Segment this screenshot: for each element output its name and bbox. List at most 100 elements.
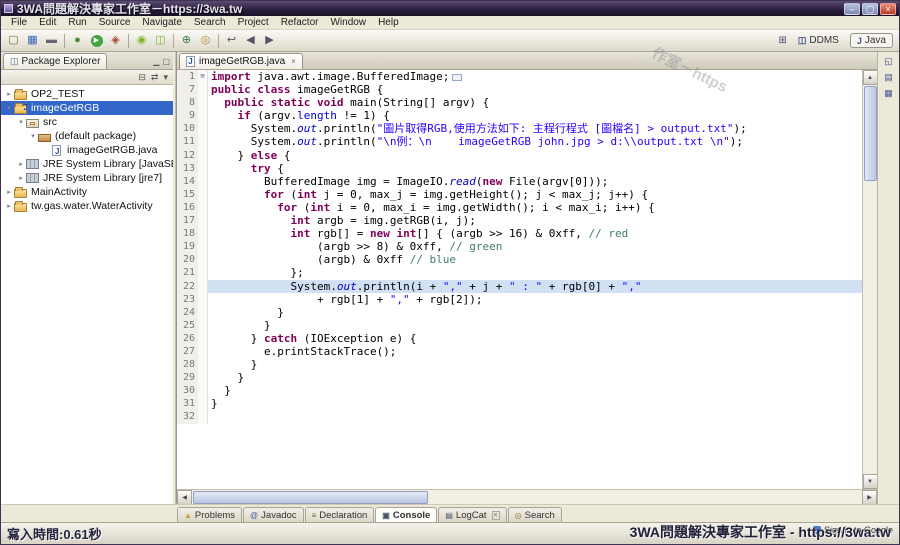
line-number[interactable]: 31 <box>177 397 198 410</box>
code-line[interactable]: 27 e.printStackTrace(); <box>177 345 862 358</box>
code-line[interactable]: 1⊞import java.awt.image.BufferedImage; <box>177 70 862 83</box>
code-line[interactable]: 23 + rgb[1] + "," + rgb[2]); <box>177 293 862 306</box>
line-number[interactable]: 21 <box>177 266 198 279</box>
maximize-view-icon[interactable]: ▢ <box>162 57 170 66</box>
code-line[interactable]: 30 } <box>177 384 862 397</box>
debug-icon[interactable]: ● <box>68 32 87 50</box>
scroll-right-icon[interactable]: ▶ <box>862 490 877 505</box>
tree-item[interactable]: imageGetRGB.java <box>1 143 173 157</box>
horizontal-scroll-thumb[interactable] <box>193 491 428 504</box>
code-line[interactable]: 32 <box>177 410 862 423</box>
code-line[interactable]: 9 if (argv.length != 1) { <box>177 109 862 122</box>
bottom-tab-logcat[interactable]: ▤LogCat× <box>438 507 506 522</box>
code-line[interactable]: 28 } <box>177 358 862 371</box>
line-number[interactable]: 11 <box>177 135 198 148</box>
tree-item[interactable]: ▾imageGetRGB <box>1 101 173 115</box>
menu-item-edit[interactable]: Edit <box>33 17 62 28</box>
line-number[interactable]: 15 <box>177 188 198 201</box>
android-sdk-manager-icon[interactable]: ◉ <box>132 32 151 50</box>
line-number[interactable]: 16 <box>177 201 198 214</box>
expander-icon[interactable]: ▸ <box>4 202 14 210</box>
line-number[interactable]: 32 <box>177 410 198 423</box>
line-number[interactable]: 14 <box>177 175 198 188</box>
menu-item-search[interactable]: Search <box>188 17 232 28</box>
line-number[interactable]: 19 <box>177 240 198 253</box>
package-explorer-tab[interactable]: ◫ Package Explorer <box>3 53 107 69</box>
line-number[interactable]: 26 <box>177 332 198 345</box>
line-number[interactable]: 18 <box>177 227 198 240</box>
link-with-editor-icon[interactable]: ⇄ <box>151 72 159 83</box>
expander-icon[interactable]: ▸ <box>16 174 26 182</box>
line-number[interactable]: 20 <box>177 253 198 266</box>
code-line[interactable]: 29 } <box>177 371 862 384</box>
tree-item[interactable]: ▸MainActivity <box>1 185 173 199</box>
menu-item-window[interactable]: Window <box>324 17 372 28</box>
code-line[interactable]: 15 for (int j = 0, max_j = img.getHeight… <box>177 188 862 201</box>
tree-item[interactable]: ▾src <box>1 115 173 129</box>
line-number[interactable]: 27 <box>177 345 198 358</box>
fold-collapsed-icon[interactable]: ⊞ <box>198 70 208 83</box>
line-number[interactable]: 22 <box>177 280 198 293</box>
tree-item[interactable]: ▸tw.gas.water.WaterActivity <box>1 199 173 213</box>
maximize-button[interactable]: ▢ <box>862 3 878 15</box>
close-icon[interactable]: × <box>492 511 500 520</box>
code-line[interactable]: 21 }; <box>177 266 862 279</box>
expander-icon[interactable]: ▸ <box>4 188 14 196</box>
code-line[interactable]: 14 BufferedImage img = ImageIO.read(new … <box>177 175 862 188</box>
menu-item-navigate[interactable]: Navigate <box>136 17 187 28</box>
code-line[interactable]: 16 for (int i = 0, max_i = img.getWidth(… <box>177 201 862 214</box>
line-number[interactable]: 30 <box>177 384 198 397</box>
expander-icon[interactable]: ▸ <box>16 160 26 168</box>
back-icon[interactable]: ◀ <box>241 32 260 50</box>
tab-close-icon[interactable]: × <box>291 57 296 66</box>
scroll-up-icon[interactable]: ▲ <box>863 70 878 85</box>
external-tools-icon[interactable]: ◈ <box>106 32 125 50</box>
line-number[interactable]: 7 <box>177 83 198 96</box>
tree-item[interactable]: ▾(default package) <box>1 129 173 143</box>
perspective-java[interactable]: JJava <box>850 33 893 48</box>
code-line[interactable]: 13 try { <box>177 162 862 175</box>
close-button[interactable]: × <box>880 3 896 15</box>
line-number[interactable]: 23 <box>177 293 198 306</box>
code-line[interactable]: 11 System.out.println("\n例：\n imageGetRG… <box>177 135 862 148</box>
open-perspective-icon[interactable]: ⊞ <box>779 35 787 46</box>
perspective-ddms[interactable]: ◫DDMS <box>791 33 846 48</box>
bottom-tab-search[interactable]: ◎Search <box>508 507 562 522</box>
tree-item[interactable]: ▸JRE System Library [jre7] <box>1 171 173 185</box>
android-virtual-device-icon[interactable]: ◫ <box>151 32 170 50</box>
run-icon[interactable]: ▶ <box>87 32 106 50</box>
code-line[interactable]: 25 } <box>177 319 862 332</box>
editor-tab[interactable]: J imageGetRGB.java × <box>179 53 303 69</box>
save-icon[interactable]: ▦ <box>23 32 42 50</box>
line-number[interactable]: 25 <box>177 319 198 332</box>
forward-icon[interactable]: ▶ <box>260 32 279 50</box>
scroll-left-icon[interactable]: ◀ <box>177 490 192 505</box>
horizontal-scrollbar[interactable]: ◀ ▶ <box>177 489 877 504</box>
menu-item-run[interactable]: Run <box>62 17 92 28</box>
bottom-tab-javadoc[interactable]: @Javadoc <box>243 507 304 522</box>
tree-item[interactable]: ▸OP2_TEST <box>1 87 173 101</box>
code-line[interactable]: 24 } <box>177 306 862 319</box>
code-line[interactable]: 17 int argb = img.getRGB(i, j); <box>177 214 862 227</box>
vertical-scroll-thumb[interactable] <box>864 86 877 181</box>
code-area[interactable]: 1⊞import java.awt.image.BufferedImage;7p… <box>177 70 862 489</box>
bottom-tab-console[interactable]: ▣Console <box>375 507 437 522</box>
code-line[interactable]: 22 System.out.println(i + "," + j + " : … <box>177 280 862 293</box>
vertical-scrollbar[interactable]: ▲ ▼ <box>862 70 877 489</box>
line-number[interactable]: 8 <box>177 96 198 109</box>
expander-icon[interactable]: ▸ <box>4 90 14 98</box>
bottom-tab-declaration[interactable]: ≡Declaration <box>305 507 375 522</box>
code-line[interactable]: 18 int rgb[] = new int[] { (argb >> 16) … <box>177 227 862 240</box>
print-icon[interactable]: ▬ <box>42 32 61 50</box>
expander-icon[interactable]: ▾ <box>4 104 14 112</box>
bottom-tab-problems[interactable]: ▲Problems <box>177 507 242 522</box>
tasks-view-icon[interactable]: ▦ <box>884 88 893 99</box>
scroll-down-icon[interactable]: ▼ <box>863 474 878 489</box>
line-number[interactable]: 12 <box>177 149 198 162</box>
tree-item[interactable]: ▸JRE System Library [JavaSE-1.7] <box>1 157 173 171</box>
code-line[interactable]: 20 (argb) & 0xff // blue <box>177 253 862 266</box>
expander-icon[interactable]: ▾ <box>28 132 38 140</box>
google-signin-button[interactable]: Sign in to Google <box>813 525 893 535</box>
line-number[interactable]: 29 <box>177 371 198 384</box>
new-java-class-icon[interactable]: ⊕ <box>177 32 196 50</box>
